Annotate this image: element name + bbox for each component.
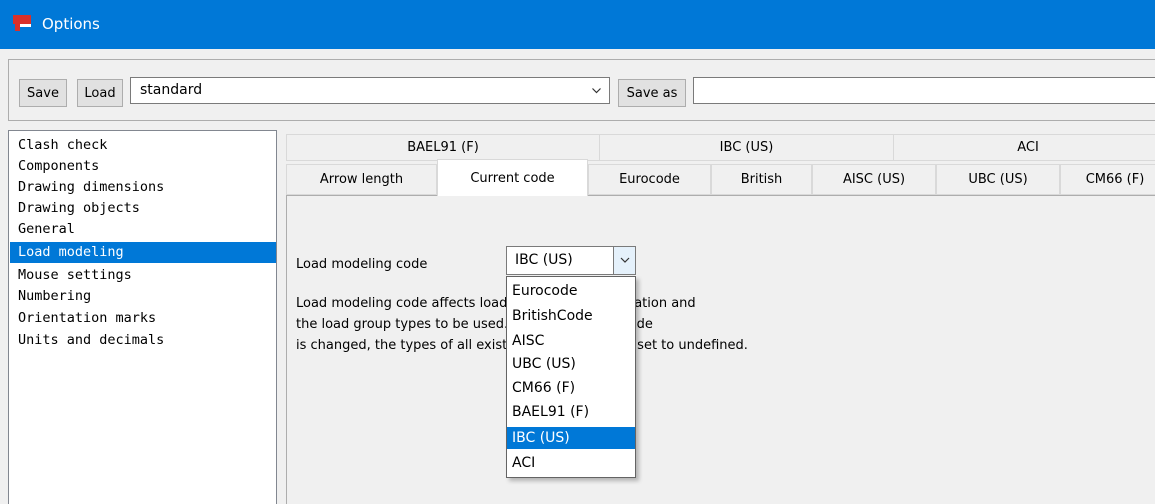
option-cm66[interactable]: CM66 (F)	[507, 377, 635, 399]
save-as-input[interactable]	[693, 77, 1155, 104]
list-item-units-and-decimals[interactable]: Units and decimals	[10, 330, 276, 351]
list-item-components[interactable]: Components	[10, 156, 276, 177]
save-as-button[interactable]: Save as	[618, 79, 686, 107]
load-button[interactable]: Load	[77, 79, 123, 107]
load-modeling-code-select[interactable]: IBC (US)	[506, 246, 636, 275]
category-list[interactable]: Clash check Components Drawing dimension…	[8, 130, 277, 504]
list-item-load-modeling[interactable]: Load modeling	[10, 242, 276, 263]
tab-eurocode[interactable]: Eurocode	[588, 164, 711, 195]
list-item-numbering[interactable]: Numbering	[10, 286, 276, 307]
tab-aisc-us[interactable]: AISC (US)	[812, 164, 936, 195]
app-icon	[13, 15, 31, 31]
option-ibc-us[interactable]: IBC (US)	[507, 427, 635, 449]
list-item-drawing-dimensions[interactable]: Drawing dimensions	[10, 177, 276, 198]
option-britishcode[interactable]: BritishCode	[507, 305, 635, 327]
tab-current-code[interactable]: Current code	[437, 159, 588, 196]
list-item-orientation-marks[interactable]: Orientation marks	[10, 308, 276, 329]
tab-bael91[interactable]: BAEL91 (F)	[286, 134, 600, 161]
list-item-drawing-objects[interactable]: Drawing objects	[10, 198, 276, 219]
option-bael91[interactable]: BAEL91 (F)	[507, 401, 635, 423]
load-modeling-code-value: IBC (US)	[515, 252, 573, 268]
load-modeling-code-dropdown[interactable]: Eurocode BritishCode AISC UBC (US) CM66 …	[506, 276, 636, 478]
list-item-mouse-settings[interactable]: Mouse settings	[10, 265, 276, 286]
tab-ibc-us[interactable]: IBC (US)	[599, 134, 894, 161]
chevron-down-icon	[620, 257, 630, 263]
tab-cm66[interactable]: CM66 (F)	[1060, 164, 1155, 195]
option-aci[interactable]: ACI	[507, 452, 635, 474]
tab-ubc-us[interactable]: UBC (US)	[936, 164, 1060, 195]
option-ubc-us[interactable]: UBC (US)	[507, 353, 635, 375]
dropdown-button[interactable]	[613, 247, 635, 274]
chevron-down-icon	[592, 88, 601, 94]
load-modeling-code-label: Load modeling code	[296, 257, 428, 272]
option-aisc[interactable]: AISC	[507, 330, 635, 352]
tab-arrow-length[interactable]: Arrow length	[286, 164, 437, 195]
profile-select[interactable]: standard	[130, 77, 610, 104]
profile-select-value: standard	[140, 82, 203, 98]
list-item-clash-check[interactable]: Clash check	[10, 135, 276, 156]
save-button[interactable]: Save	[19, 79, 67, 107]
option-eurocode[interactable]: Eurocode	[507, 280, 635, 302]
window-title: Options	[42, 15, 100, 33]
tab-british[interactable]: British	[711, 164, 812, 195]
list-item-general[interactable]: General	[10, 219, 276, 240]
tab-aci[interactable]: ACI	[893, 134, 1155, 161]
title-bar: Options	[0, 0, 1155, 49]
